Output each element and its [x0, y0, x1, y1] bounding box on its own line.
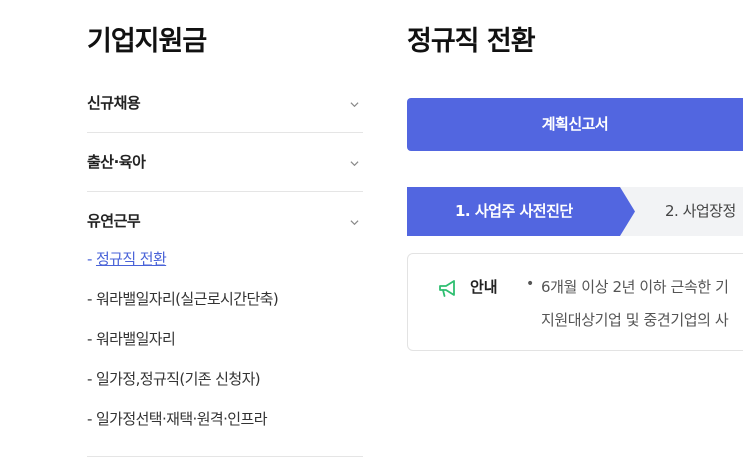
- sub-menu-label: 워라밸일자리(실근로시간단축): [95, 290, 279, 308]
- notice-bullet: •: [526, 276, 535, 292]
- divider: [87, 456, 363, 457]
- nav-section-flexible-work[interactable]: 유연근무: [87, 192, 363, 251]
- sub-menu-item-regular-conversion[interactable]: - 정규직 전환: [87, 248, 167, 269]
- sub-menu-item-family-remote[interactable]: - 일가정선택·재택·원격·인프라: [87, 408, 267, 429]
- plan-report-button[interactable]: 계획신고서: [407, 98, 743, 151]
- chevron-down-icon: [350, 220, 359, 226]
- sub-menu-label: 일가정,정규직(기존 신청자): [95, 370, 261, 388]
- notice-box: 안내 • 6개월 이상 2년 이하 근속한 기 지원대상기업 및 중견기업의 사: [407, 253, 743, 351]
- step-2-workplace[interactable]: 2. 사업장정: [665, 187, 736, 236]
- notice-label: 안내: [470, 278, 498, 296]
- sub-menu-label: 워라밸일자리: [95, 330, 176, 348]
- page-title: 정규직 전환: [407, 26, 536, 57]
- chevron-down-icon: [350, 161, 359, 167]
- sub-menu-dash: -: [87, 290, 96, 308]
- nav-section-label: 출산·육아: [87, 153, 146, 171]
- chevron-down-icon: [350, 102, 359, 108]
- sub-menu-dash: -: [87, 370, 96, 388]
- notice-text-line: 6개월 이상 2년 이하 근속한 기: [541, 278, 729, 296]
- sub-menu-dash: -: [87, 410, 96, 428]
- nav-section-new-hire[interactable]: 신규채용: [87, 74, 363, 133]
- sub-menu-item-worklife[interactable]: - 워라밸일자리: [87, 328, 176, 349]
- sub-menu-item-worklife-hours[interactable]: - 워라밸일자리(실근로시간단축): [87, 288, 279, 309]
- sub-menu-label: 일가정선택·재택·원격·인프라: [95, 410, 268, 428]
- notice-text-line: 지원대상기업 및 중견기업의 사: [541, 311, 729, 329]
- sidebar-title: 기업지원금: [87, 26, 207, 57]
- sub-menu-dash: -: [87, 250, 96, 268]
- step-progress-bar: 1. 사업주 사전진단 2. 사업장정: [407, 187, 743, 236]
- step-1-owner-prediagnosis[interactable]: 1. 사업주 사전진단: [407, 187, 639, 236]
- sub-menu-label: 정규직 전환: [95, 250, 167, 268]
- nav-section-label: 유연근무: [87, 212, 141, 230]
- sub-menu-dash: -: [87, 330, 96, 348]
- nav-section-childbirth[interactable]: 출산·육아: [87, 133, 363, 192]
- nav-section-label: 신규채용: [87, 94, 141, 112]
- megaphone-icon: [439, 280, 455, 297]
- sub-menu-item-family-existing[interactable]: - 일가정,정규직(기존 신청자): [87, 368, 261, 389]
